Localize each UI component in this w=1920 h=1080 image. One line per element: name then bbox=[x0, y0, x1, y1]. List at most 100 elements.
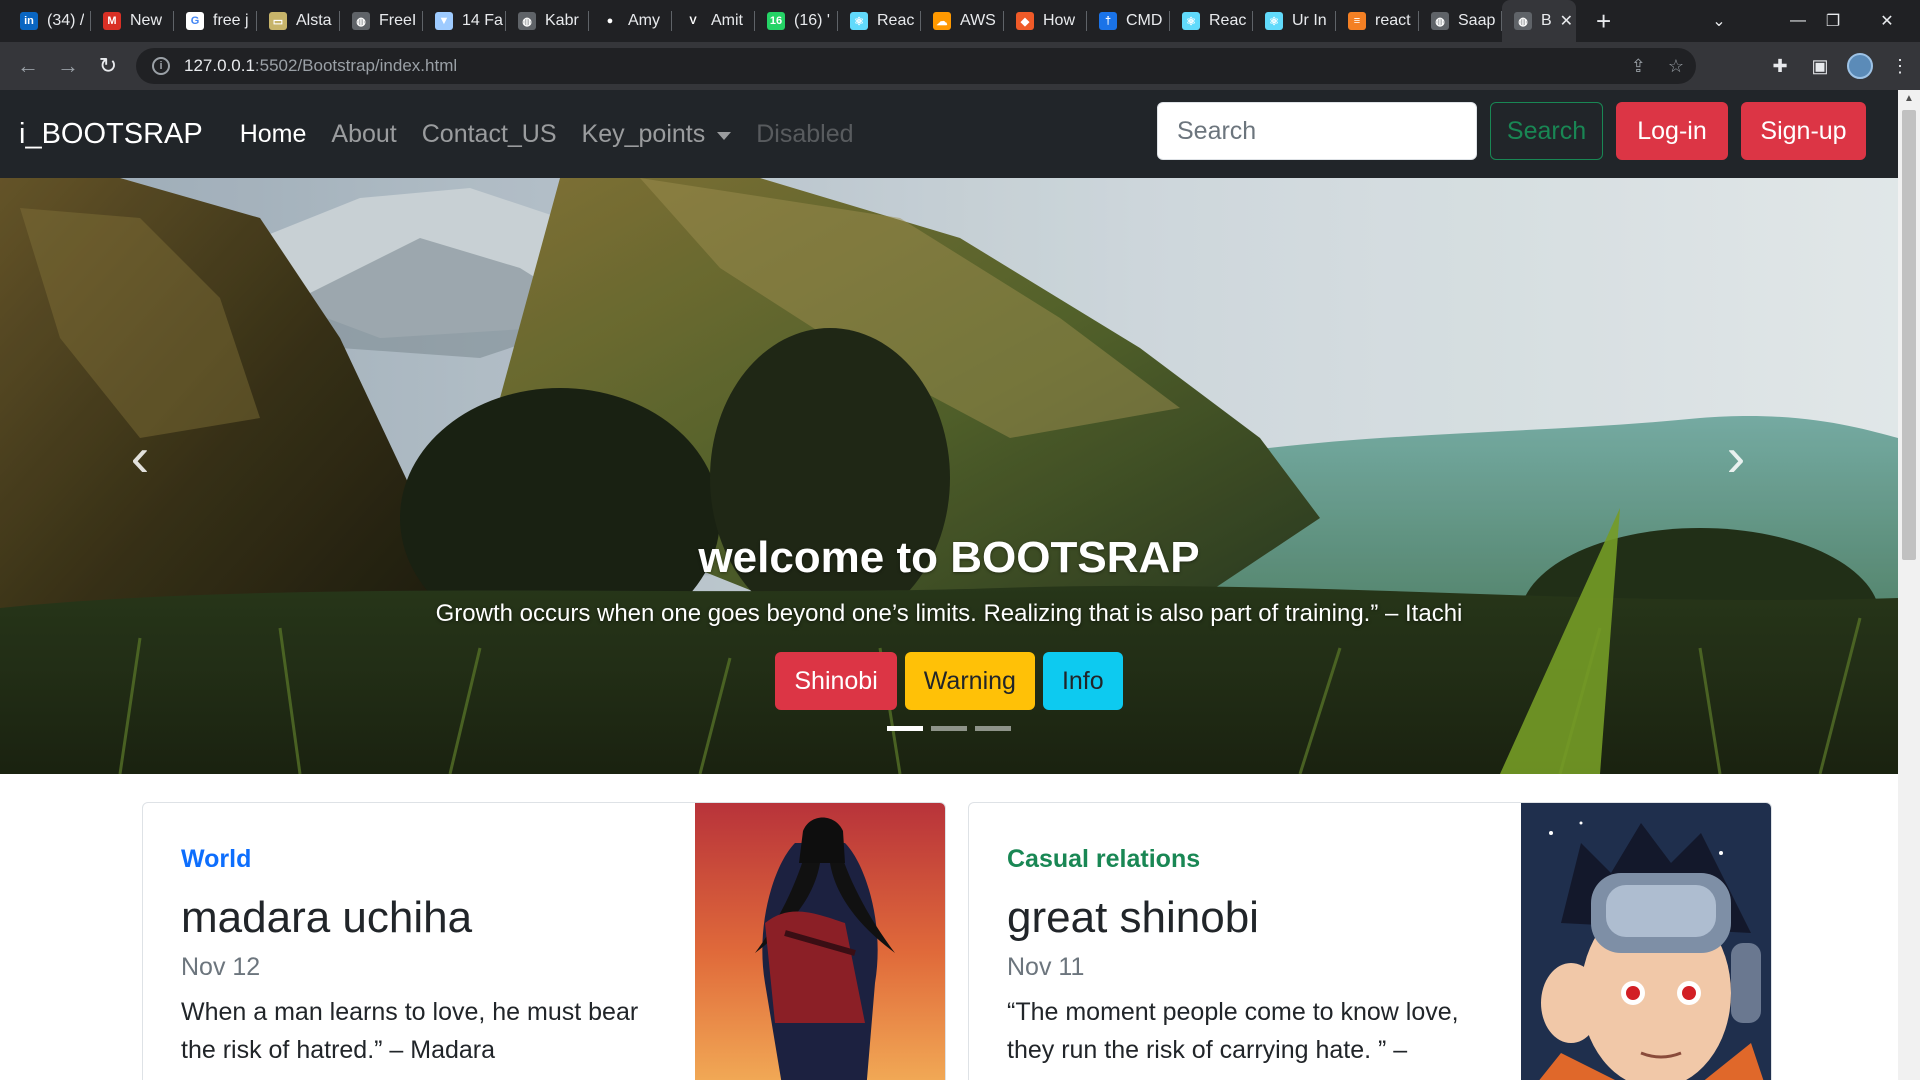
browser-tab[interactable]: ▭ Alsta bbox=[257, 0, 340, 42]
obito-illustration bbox=[1521, 803, 1771, 1080]
browser-tab[interactable]: ≡ react bbox=[1336, 0, 1419, 42]
browser-tab[interactable]: ⚛ Reac bbox=[838, 0, 921, 42]
card-category: Casual relations bbox=[1007, 845, 1201, 873]
share-icon[interactable]: ⇪ bbox=[1631, 56, 1646, 77]
info-button[interactable]: Info bbox=[1042, 652, 1123, 710]
browser-tab-label: react bbox=[1375, 12, 1411, 29]
browser-tab-label: (34) / bbox=[47, 12, 85, 29]
browser-tab-label: FreeI bbox=[379, 12, 417, 29]
close-window-icon[interactable]: ✕ bbox=[1864, 0, 1910, 42]
browser-tab[interactable]: ◍ Kabr bbox=[506, 0, 589, 42]
browser-tab[interactable]: Gfree j bbox=[174, 0, 257, 42]
bookmark-star-icon[interactable]: ☆ bbox=[1668, 56, 1684, 77]
browser-tab-label: Ur In bbox=[1292, 12, 1327, 29]
forward-icon[interactable]: → bbox=[48, 46, 88, 86]
browser-tab[interactable]: ⚛ Reac bbox=[1170, 0, 1253, 42]
shinobi-button[interactable]: Shinobi bbox=[775, 652, 897, 710]
globe-icon: ◍ bbox=[1514, 12, 1532, 30]
browser-tab-label: CMD bbox=[1126, 12, 1163, 29]
browser-tab[interactable]: M New bbox=[91, 0, 174, 42]
browser-tab[interactable]: ⚛ Ur In bbox=[1253, 0, 1336, 42]
reload-icon[interactable]: ↻ bbox=[88, 46, 128, 86]
page-viewport: i_BOOTSRAP Home About Contact_US Key_poi… bbox=[0, 90, 1898, 1080]
browser-tab[interactable]: V Amit bbox=[672, 0, 755, 42]
warning-button[interactable]: Warning bbox=[904, 652, 1035, 710]
globe-icon: ◍ bbox=[352, 12, 370, 30]
browser-tab-label: Kabr bbox=[545, 12, 579, 29]
browser-tab[interactable]: ◆ How bbox=[1004, 0, 1087, 42]
scrollbar-thumb[interactable] bbox=[1902, 110, 1916, 560]
browser-tab-label: Reac bbox=[1209, 12, 1247, 29]
carousel-heading: welcome to BOOTSRAP bbox=[698, 533, 1200, 582]
tab-search-icon[interactable]: ⌄ bbox=[1696, 0, 1742, 42]
search-form: Search Log-in Sign-up bbox=[1157, 102, 1866, 160]
v-icon: V bbox=[684, 12, 702, 30]
extensions-icon[interactable]: ✚ bbox=[1760, 46, 1800, 86]
nav-home[interactable]: Home bbox=[240, 120, 307, 149]
browser-tab[interactable]: ◍ FreeI bbox=[340, 0, 423, 42]
scroll-up-icon[interactable]: ▲ bbox=[1898, 90, 1920, 108]
carousel-indicator[interactable] bbox=[887, 726, 923, 731]
globe-icon: ◍ bbox=[1431, 12, 1449, 30]
google-icon: G bbox=[186, 12, 204, 30]
browser-tab[interactable]: ● Amy bbox=[589, 0, 672, 42]
menu-icon[interactable]: ⋮ bbox=[1880, 46, 1920, 86]
nav-disabled: Disabled bbox=[756, 119, 854, 148]
browser-tab-label: Amy bbox=[628, 12, 660, 29]
github-icon: ● bbox=[601, 12, 619, 30]
close-tab-icon[interactable]: ✕ bbox=[1560, 11, 1573, 31]
browser-tab[interactable]: ☁ AWS bbox=[921, 0, 1004, 42]
carousel-indicators bbox=[0, 726, 1898, 731]
carousel-indicator[interactable] bbox=[975, 726, 1011, 731]
url-host: 127.0.0.1 bbox=[184, 56, 255, 75]
carousel-indicator[interactable] bbox=[931, 726, 967, 731]
carousel-prev-icon[interactable]: ‹ bbox=[110, 416, 170, 496]
url-text[interactable]: 127.0.0.1:5502/Bootstrap/index.html bbox=[184, 56, 457, 76]
site-info-icon[interactable]: i bbox=[152, 57, 170, 75]
card-title: madara uchiha bbox=[181, 893, 473, 942]
card-madara: World madara uchiha Nov 12 When a man le… bbox=[142, 802, 946, 1080]
card-text: “The moment people come to know love, th… bbox=[1007, 998, 1459, 1064]
browser-tab[interactable]: † CMD bbox=[1087, 0, 1170, 42]
site-navbar: i_BOOTSRAP Home About Contact_US Key_poi… bbox=[0, 90, 1898, 178]
react-icon: ⚛ bbox=[850, 12, 868, 30]
globe-icon: ◍ bbox=[518, 12, 536, 30]
restore-icon[interactable]: ❐ bbox=[1810, 0, 1856, 42]
browser-tab[interactable]: in (34) / bbox=[8, 0, 91, 42]
side-panel-icon[interactable]: ▣ bbox=[1800, 46, 1840, 86]
signup-button[interactable]: Sign-up bbox=[1741, 102, 1866, 160]
browser-tab-label: B bbox=[1541, 12, 1552, 29]
page-scrollbar[interactable]: ▲ bbox=[1898, 90, 1920, 1080]
carousel-quote: Growth occurs when one goes beyond one’s… bbox=[435, 600, 1463, 627]
browser-window: in (34) / M New Gfree j ▭ Alsta ◍ FreeI ▼ 14 Fa ◍ Ka… bbox=[0, 0, 1920, 1080]
browser-tab-active[interactable]: ◍ B ✕ bbox=[1502, 0, 1576, 42]
browser-tab[interactable]: ▼ 14 Fa bbox=[423, 0, 506, 42]
stack-icon: ≡ bbox=[1348, 12, 1366, 30]
tab-strip: in (34) / M New Gfree j ▭ Alsta ◍ FreeI ▼ 14 Fa ◍ Ka… bbox=[0, 0, 1920, 42]
navbar-brand[interactable]: i_BOOTSRAP bbox=[19, 118, 203, 151]
back-icon[interactable]: ← bbox=[8, 46, 48, 86]
browser-tab-label: free j bbox=[213, 12, 249, 29]
login-button[interactable]: Log-in bbox=[1616, 102, 1728, 160]
browser-tab-label: Reac bbox=[877, 12, 915, 29]
nav-contact-us[interactable]: Contact_US bbox=[422, 120, 557, 149]
address-bar[interactable]: i 127.0.0.1:5502/Bootstrap/index.html ⇪ … bbox=[136, 48, 1696, 84]
search-input[interactable] bbox=[1157, 102, 1477, 160]
browser-tab-label: (16) ' bbox=[794, 12, 830, 29]
nav-about[interactable]: About bbox=[331, 120, 396, 149]
card-icon: ▭ bbox=[269, 12, 287, 30]
browser-tab-label: Saap bbox=[1458, 12, 1496, 29]
browser-tab-label: Alsta bbox=[296, 12, 332, 29]
new-tab-icon[interactable]: + bbox=[1596, 0, 1611, 42]
nav-key-points-dropdown[interactable]: Key_points bbox=[582, 120, 732, 149]
carousel-next-icon[interactable]: › bbox=[1706, 416, 1766, 496]
card-great-shinobi: Casual relations great shinobi Nov 11 “T… bbox=[968, 802, 1772, 1080]
browser-tab-label: AWS bbox=[960, 12, 996, 29]
fox-icon: M bbox=[103, 12, 121, 30]
search-button[interactable]: Search bbox=[1490, 102, 1603, 160]
card-text: When a man learns to love, he must bear … bbox=[181, 998, 639, 1064]
whatsapp-icon: 16 bbox=[767, 12, 785, 30]
browser-tab[interactable]: ◍ Saap bbox=[1419, 0, 1502, 42]
profile-avatar[interactable] bbox=[1840, 46, 1880, 86]
browser-tab[interactable]: 16 (16) ' bbox=[755, 0, 838, 42]
